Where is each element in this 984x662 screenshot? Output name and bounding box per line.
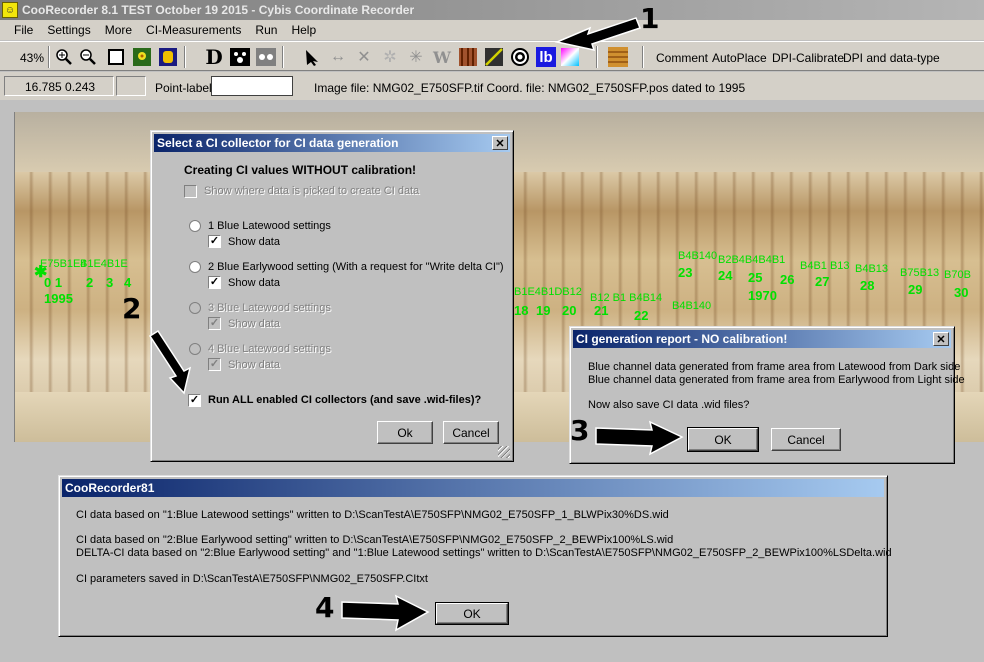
arrow-icon <box>341 594 430 632</box>
arrow-icon <box>148 329 192 395</box>
arrow-icon <box>595 420 684 456</box>
annotation-number-1: 1 <box>640 2 660 35</box>
arrow-icon <box>554 17 641 52</box>
annotation-number-3: 3 <box>570 414 590 447</box>
annotation-number-2: 2 <box>122 292 142 325</box>
annotation-number-4: 4 <box>315 591 335 624</box>
annotation-overlay <box>148 17 684 632</box>
